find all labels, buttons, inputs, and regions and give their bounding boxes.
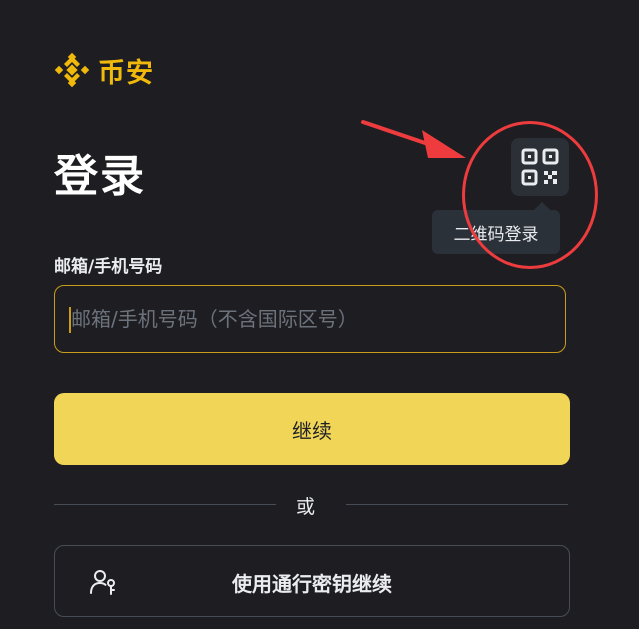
email-field-label: 邮箱/手机号码: [54, 257, 163, 277]
binance-logo-icon: [54, 52, 90, 88]
divider-line-left: [54, 504, 276, 505]
divider-or-text: 或: [296, 496, 316, 518]
continue-button[interactable]: 继续: [54, 393, 570, 465]
brand-name: 币安: [98, 57, 154, 89]
passkey-continue-button[interactable]: 使用通行密钥继续: [54, 545, 570, 617]
text-caret: [69, 307, 71, 333]
page-title: 登录: [54, 151, 146, 202]
login-card: 币安 登录 二维码登录 邮箱/手机号码 继续 或: [0, 0, 639, 629]
tooltip-arrow: [534, 202, 550, 210]
qr-login-button[interactable]: [511, 138, 569, 196]
qr-login-tooltip: 二维码登录: [432, 210, 560, 254]
qr-code-icon: [521, 148, 559, 186]
passkey-button-label: 使用通行密钥继续: [232, 572, 392, 596]
brand-logo[interactable]: 币安: [54, 50, 154, 90]
email-phone-input[interactable]: [54, 285, 566, 353]
divider-line-right: [346, 504, 568, 505]
